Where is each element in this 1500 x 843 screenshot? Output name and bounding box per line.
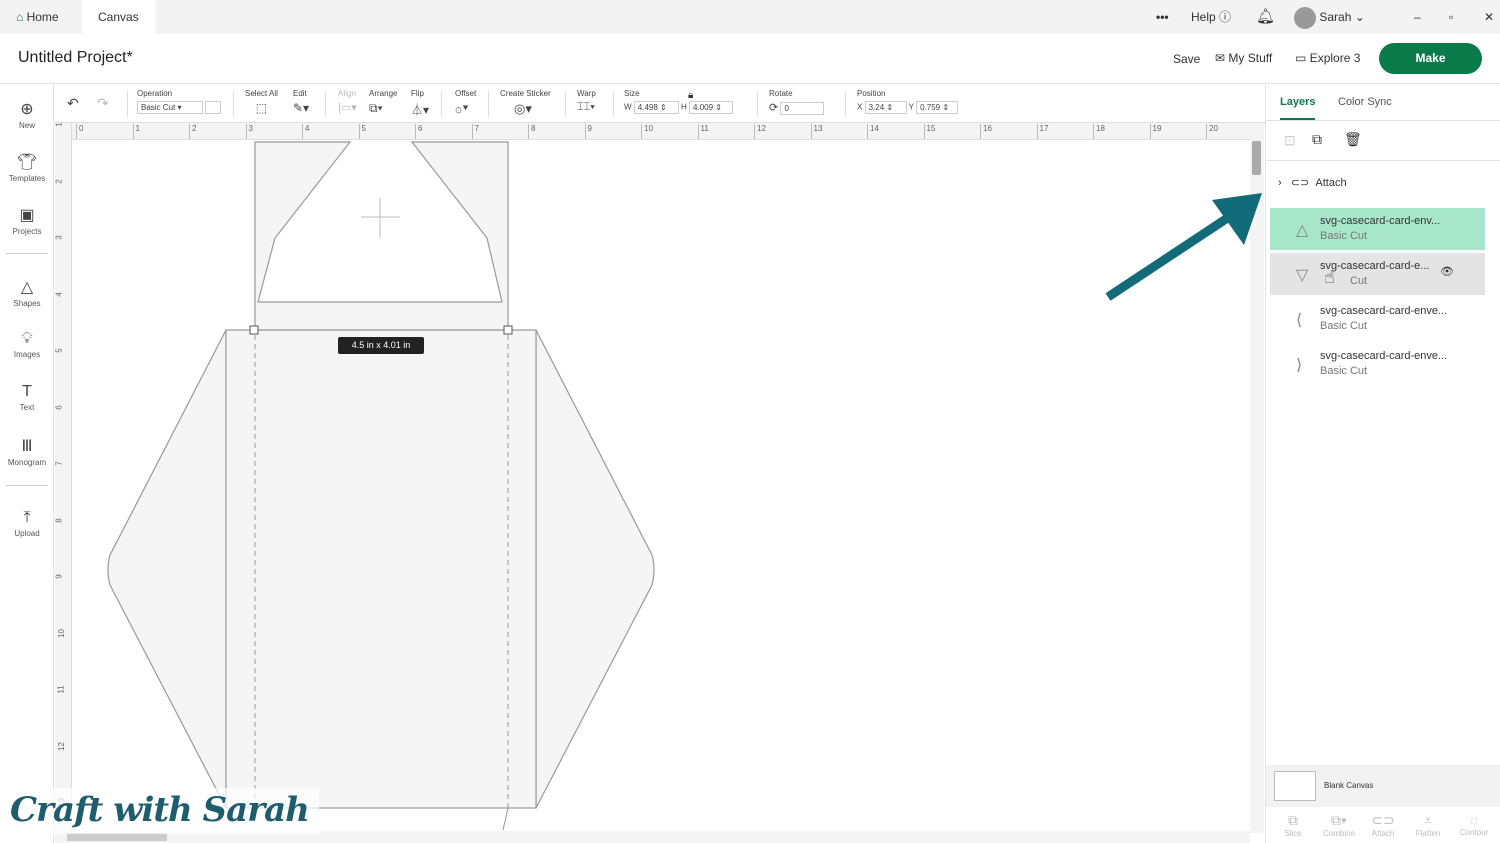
layer-operation: Basic Cut <box>1320 230 1368 242</box>
triangle-icon: △ <box>1296 222 1309 239</box>
layer-name: svg-casecard-card-enve... <box>1320 350 1448 362</box>
layer-name: svg-casecard-card-env... <box>1320 215 1441 227</box>
attach-button[interactable]: ⊂⊃ Attach <box>1361 812 1405 838</box>
slice-label: Slice <box>1284 829 1302 838</box>
canvas-swatch[interactable] <box>1274 771 1316 801</box>
blank-canvas-label: Blank Canvas <box>1324 781 1374 790</box>
envelope-body <box>225 329 537 809</box>
left-flap-icon: ⟨ <box>1296 312 1303 329</box>
attach-icon: ⊂⊃ <box>1371 812 1395 828</box>
attach-label: Attach <box>1371 829 1395 838</box>
group-icon[interactable]: ⊡ <box>1284 132 1296 149</box>
flatten-button[interactable]: ⩡ Flatten <box>1406 812 1450 838</box>
attach-icon: ⊂⊃ <box>1290 177 1310 189</box>
combine-button[interactable]: ⧉▾ Combine <box>1317 812 1361 838</box>
triangle-down-icon: ▽ <box>1296 267 1309 284</box>
hand-cursor-icon: ☝︎ <box>1324 267 1335 287</box>
contour-button[interactable]: ◌ Contour <box>1452 812 1496 837</box>
selection-handle[interactable] <box>249 325 259 335</box>
layers-panel: Layers Color Sync ⊡ ⧉ 🗑︎ › ⊂⊃ Attach △ sv… <box>1265 85 1500 843</box>
envelope-left-flap <box>107 329 227 809</box>
layer-item[interactable]: △ svg-casecard-card-env... Basic Cut <box>1270 208 1485 250</box>
size-tooltip: 4.5 in x 4.01 in <box>338 337 424 354</box>
layer-item[interactable]: ⟩ svg-casecard-card-enve... Basic Cut <box>1270 343 1485 385</box>
tab-layers[interactable]: Layers <box>1280 96 1316 120</box>
edge-line <box>502 807 509 831</box>
attach-group[interactable]: › ⊂⊃ Attach <box>1278 176 1347 189</box>
combine-icon: ⧉▾ <box>1331 812 1347 828</box>
duplicate-icon[interactable]: ⧉ <box>1312 131 1322 148</box>
layer-item[interactable]: ⟨ svg-casecard-card-enve... Basic Cut <box>1270 298 1485 340</box>
layer-operation: Cut <box>1350 275 1368 287</box>
layer-name: svg-casecard-card-enve... <box>1320 305 1448 317</box>
contour-icon: ◌ <box>1469 812 1479 828</box>
layer-name: svg-casecard-card-e... <box>1320 260 1430 272</box>
blank-canvas-row[interactable]: Blank Canvas <box>1266 765 1500 807</box>
contour-label: Contour <box>1459 828 1489 837</box>
layer-item[interactable]: ▽ svg-casecard-card-e... Cut 👁︎ ☝︎ <box>1270 253 1485 295</box>
watermark-logo: Craft with Sarah <box>8 788 319 834</box>
envelope-top-flap <box>254 141 509 331</box>
right-flap-icon: ⟩ <box>1296 357 1303 374</box>
slice-button[interactable]: ⧉ Slice <box>1271 812 1315 838</box>
slice-icon: ⧉ <box>1288 812 1298 828</box>
envelope-right-flap <box>535 329 655 809</box>
selection-handle[interactable] <box>503 325 513 335</box>
arrow-annotation <box>1105 193 1262 301</box>
eye-icon[interactable]: 👁︎ <box>1440 265 1454 278</box>
trash-icon[interactable]: 🗑︎ <box>1344 131 1362 148</box>
layer-operation: Basic Cut <box>1320 320 1368 332</box>
tab-color-sync[interactable]: Color Sync <box>1338 96 1392 108</box>
attach-group-label: Attach <box>1315 177 1347 189</box>
flatten-label: Flatten <box>1415 829 1441 838</box>
combine-label: Combine <box>1322 829 1355 838</box>
flatten-icon: ⩡ <box>1424 812 1432 828</box>
layer-operation: Basic Cut <box>1320 365 1368 377</box>
